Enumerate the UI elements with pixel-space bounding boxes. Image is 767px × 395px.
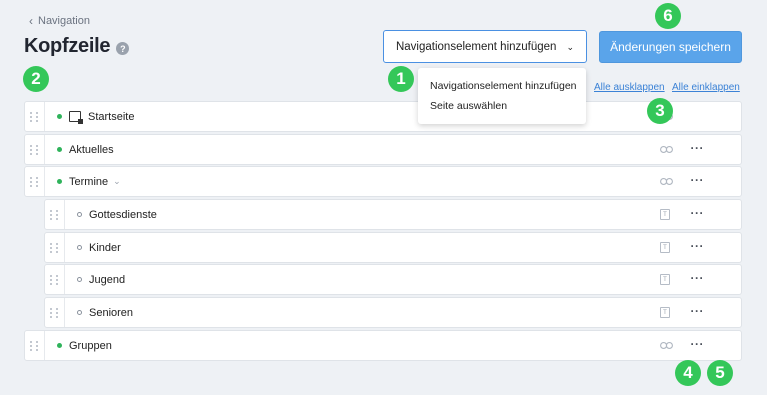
status-dot bbox=[77, 310, 82, 315]
drag-handle-icon[interactable] bbox=[45, 200, 65, 229]
collapse-all-link[interactable]: Alle einklappen bbox=[672, 82, 740, 93]
text-page-icon[interactable]: T bbox=[660, 209, 670, 220]
annotation-badge-4: 4 bbox=[675, 360, 701, 386]
drag-handle-icon[interactable] bbox=[25, 167, 45, 196]
annotation-badge-2: 2 bbox=[23, 66, 49, 92]
annotation-badge-1: 1 bbox=[388, 66, 414, 92]
status-dot bbox=[57, 114, 62, 119]
nav-item-label: Kinder bbox=[89, 241, 121, 254]
text-page-icon[interactable]: T bbox=[660, 242, 670, 253]
drag-handle-icon[interactable] bbox=[25, 135, 45, 164]
status-dot bbox=[57, 147, 62, 152]
chevron-left-icon: ‹ bbox=[29, 14, 33, 28]
page-title-text: Kopfzeile bbox=[24, 35, 111, 57]
nav-item-startseite[interactable]: Startseite bbox=[24, 101, 742, 132]
more-options-icon[interactable]: ··· bbox=[691, 206, 705, 220]
link-icon[interactable] bbox=[660, 146, 673, 153]
annotation-badge-6: 6 bbox=[655, 3, 681, 29]
nav-item-aktuelles[interactable]: Aktuelles ··· bbox=[24, 134, 742, 165]
status-dot bbox=[77, 245, 82, 250]
text-page-icon[interactable]: T bbox=[660, 274, 670, 285]
more-options-icon[interactable]: ··· bbox=[691, 304, 705, 318]
link-icon[interactable] bbox=[660, 342, 673, 349]
status-dot bbox=[77, 277, 82, 282]
text-page-icon[interactable]: T bbox=[660, 307, 670, 318]
nav-item-label: Jugend bbox=[89, 273, 126, 286]
more-options-icon[interactable]: ··· bbox=[691, 271, 705, 285]
drag-handle-icon[interactable] bbox=[25, 102, 45, 131]
chevron-down-icon: ⌄ bbox=[566, 41, 574, 52]
nav-item-label: Aktuelles bbox=[69, 143, 114, 156]
home-page-icon bbox=[69, 111, 83, 124]
nav-item-senioren[interactable]: Senioren T ··· bbox=[44, 297, 742, 328]
more-options-icon[interactable]: ··· bbox=[691, 141, 705, 155]
expand-all-link[interactable]: Alle ausklappen bbox=[594, 82, 665, 93]
drag-handle-icon[interactable] bbox=[45, 298, 65, 327]
drag-handle-icon[interactable] bbox=[45, 233, 65, 262]
more-options-icon[interactable]: ··· bbox=[691, 173, 705, 187]
add-dropdown-label: Navigationselement hinzufügen bbox=[395, 40, 557, 53]
chevron-down-icon[interactable]: ⌄ bbox=[113, 176, 121, 187]
drag-handle-icon[interactable] bbox=[25, 331, 45, 360]
more-options-icon[interactable]: ··· bbox=[691, 337, 705, 351]
status-dot bbox=[57, 179, 62, 184]
annotation-badge-5: 5 bbox=[707, 360, 733, 386]
nav-item-label: Senioren bbox=[89, 306, 134, 319]
breadcrumb-label: Navigation bbox=[38, 15, 90, 27]
help-icon[interactable]: ? bbox=[116, 42, 130, 55]
breadcrumb[interactable]: ‹ Navigation bbox=[29, 14, 90, 28]
link-icon[interactable] bbox=[660, 178, 673, 185]
menu-item-select-page[interactable]: Seite auswählen bbox=[430, 100, 586, 120]
add-dropdown-menu: Navigationselement hinzufügen Seite ausw… bbox=[418, 68, 586, 124]
drag-handle-icon[interactable] bbox=[45, 265, 65, 294]
nav-item-label: Gruppen bbox=[69, 339, 112, 352]
menu-item-add-navigation-element[interactable]: Navigationselement hinzufügen bbox=[430, 80, 586, 100]
nav-item-label: Gottesdienste bbox=[89, 208, 157, 221]
status-dot bbox=[57, 343, 62, 348]
nav-item-kinder[interactable]: Kinder T ··· bbox=[44, 232, 742, 263]
nav-item-jugend[interactable]: Jugend T ··· bbox=[44, 264, 742, 295]
status-dot bbox=[77, 212, 82, 217]
add-navigation-element-dropdown[interactable]: Navigationselement hinzufügen ⌄ bbox=[383, 30, 587, 63]
more-options-icon[interactable]: ··· bbox=[691, 239, 705, 253]
nav-item-label: Startseite bbox=[88, 110, 135, 123]
save-changes-button[interactable]: Änderungen speichern bbox=[599, 31, 742, 63]
page-title: Kopfzeile ? bbox=[24, 35, 130, 58]
nav-item-gottesdienste[interactable]: Gottesdienste T ··· bbox=[44, 199, 742, 230]
nav-item-termine[interactable]: Termine ⌄ ··· bbox=[24, 166, 742, 197]
nav-item-label: Termine bbox=[69, 175, 109, 188]
nav-item-gruppen[interactable]: Gruppen ··· bbox=[24, 330, 742, 361]
annotation-badge-3: 3 bbox=[647, 98, 673, 124]
